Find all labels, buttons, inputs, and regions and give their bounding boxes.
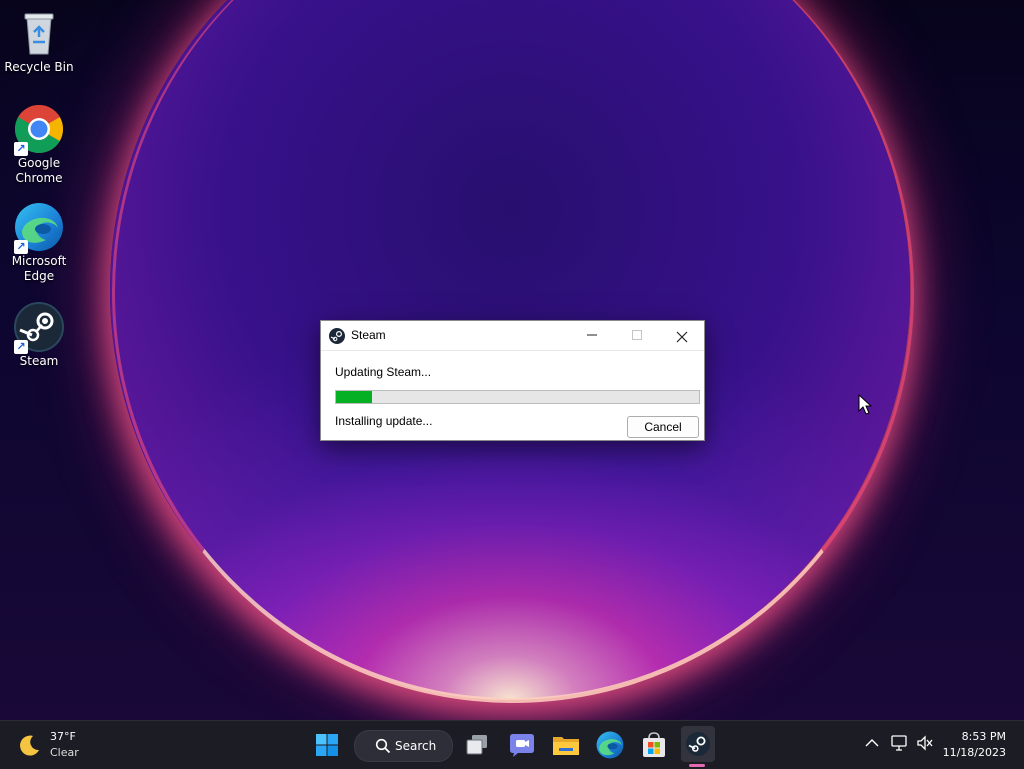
teams-chat-button[interactable] xyxy=(506,729,538,761)
dialog-title: Steam xyxy=(351,328,386,342)
shortcut-arrow-icon: ↗ xyxy=(14,142,28,156)
recycle-bin-icon xyxy=(14,8,64,58)
volume-button[interactable] xyxy=(915,733,935,753)
desktop-icon-label: Steam xyxy=(19,354,59,368)
task-view-button[interactable] xyxy=(462,729,494,761)
edge-icon xyxy=(596,731,624,759)
close-icon xyxy=(676,331,687,342)
file-explorer-icon xyxy=(553,737,579,755)
desktop-icon-label: Recycle Bin xyxy=(4,60,74,74)
update-progress-bar xyxy=(335,390,700,404)
progress-fill xyxy=(336,391,373,403)
cancel-button[interactable]: Cancel xyxy=(627,416,699,438)
steam-icon xyxy=(686,732,710,756)
desktop-icon-label: Google Chrome xyxy=(15,156,63,185)
desktop-icon-microsoft-edge[interactable]: ↗ Microsoft Edge xyxy=(4,202,74,284)
weather-condition: Clear xyxy=(50,746,79,759)
store-icon xyxy=(643,732,665,757)
desktop-icon-google-chrome[interactable]: ↗ Google Chrome xyxy=(4,104,74,186)
minimize-button[interactable] xyxy=(569,321,614,350)
chrome-icon: ↗ xyxy=(14,104,64,156)
edge-icon: ↗ xyxy=(14,202,64,254)
show-hidden-icons-button[interactable] xyxy=(862,733,882,753)
desktop-icon-label: Microsoft Edge xyxy=(11,254,67,283)
search-icon xyxy=(375,738,391,754)
network-icon xyxy=(891,735,907,751)
desktop-icon-steam[interactable]: ↗ Steam xyxy=(4,302,74,369)
chevron-up-icon xyxy=(865,739,879,747)
dialog-titlebar[interactable]: Steam xyxy=(321,321,704,351)
update-substatus-text: Installing update... xyxy=(335,414,433,428)
task-view-icon xyxy=(466,735,487,755)
active-app-indicator xyxy=(689,764,705,767)
edge-taskbar-button[interactable] xyxy=(594,729,626,761)
close-button[interactable] xyxy=(659,321,704,350)
steam-icon xyxy=(329,328,345,344)
volume-muted-icon xyxy=(917,735,933,751)
system-clock[interactable]: 8:53 PM 11/18/2023 xyxy=(943,729,1006,761)
teams-chat-icon xyxy=(510,734,534,757)
clock-time: 8:53 PM xyxy=(961,730,1006,743)
taskbar: 37°F Clear Search 8:53 PM 11/18/2023 xyxy=(0,720,1024,769)
shortcut-arrow-icon: ↗ xyxy=(14,240,28,254)
desktop-icon-recycle-bin[interactable]: Recycle Bin xyxy=(4,8,74,75)
update-status-text: Updating Steam... xyxy=(335,365,432,379)
store-button[interactable] xyxy=(638,729,670,761)
mouse-cursor-icon xyxy=(858,394,873,415)
steam-taskbar-button[interactable] xyxy=(681,726,715,762)
maximize-icon xyxy=(631,330,642,340)
moon-icon xyxy=(20,735,39,756)
minimize-icon xyxy=(586,334,597,336)
steam-icon: ↗ xyxy=(14,302,64,354)
file-explorer-button[interactable] xyxy=(550,729,582,761)
start-icon xyxy=(316,734,338,756)
maximize-button xyxy=(614,321,659,350)
steam-update-dialog: Steam Updating Steam... Installing updat… xyxy=(320,320,705,441)
start-button[interactable] xyxy=(311,729,343,761)
shortcut-arrow-icon: ↗ xyxy=(14,340,28,354)
taskbar-search[interactable]: Search xyxy=(354,730,453,762)
search-label: Search xyxy=(395,739,437,753)
network-button[interactable] xyxy=(889,733,909,753)
weather-temperature: 37°F xyxy=(50,730,76,743)
clock-date: 11/18/2023 xyxy=(942,746,1006,759)
